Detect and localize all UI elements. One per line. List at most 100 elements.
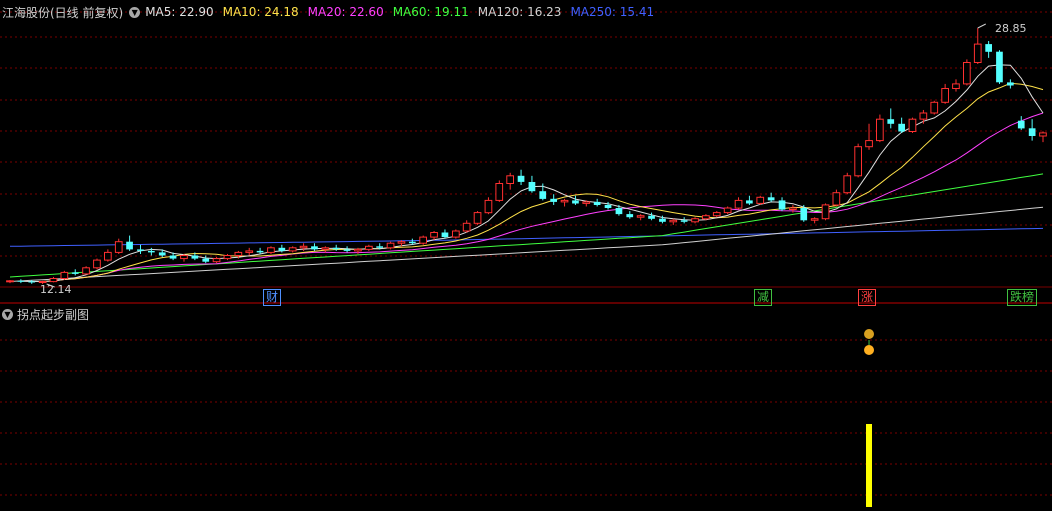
high-price-label: 28.85 [995,22,1027,35]
candle-body [800,208,808,221]
candle-body [202,258,210,262]
candle-body [572,200,579,204]
event-tag-reduce[interactable]: 减 [754,289,773,306]
candle-body [495,183,504,201]
candle-body [680,220,688,222]
candle-body [854,146,862,177]
candle-body [93,259,101,269]
candle-body [114,241,123,253]
candle-body [148,250,155,253]
candle-body [28,281,36,283]
candle-body [996,51,1003,83]
candle-body [191,255,199,259]
candle-body [60,271,69,279]
candle-body [659,218,666,222]
sub-chart-title: 拐点起步副图 [17,307,90,322]
chevron-down-icon[interactable]: ▼ [2,308,13,320]
candle-body [169,255,177,259]
candle-body [963,62,971,85]
candle-body [560,199,569,203]
candle-body [528,182,536,192]
candle-body [669,219,678,223]
candle-body [952,83,960,90]
candle-body [539,191,547,199]
candle-body [712,212,721,217]
candle-body [409,241,416,244]
candle-body [267,247,275,253]
sub-chart-header: ▼ 拐点起步副图 [2,306,89,322]
candle-body [321,247,330,250]
candle-body [1028,128,1036,136]
candle-body [484,199,493,214]
ma250-line [9,227,1044,247]
candle-body [593,201,601,205]
candle-body [734,199,743,209]
candle-body [723,207,732,214]
orange-ball-icon [864,345,875,355]
candle-body [1007,82,1014,86]
candle-body [691,218,699,223]
candle-body [223,255,232,260]
candle-body [767,197,775,201]
candle-body [376,246,383,248]
signal-bar [866,424,872,507]
candle-body [17,280,25,282]
main-chart-header: 江海股份(日线 前复权) ▼ MA5: 22.90 MA10: 24.18 MA… [2,4,663,20]
candle-body [517,175,525,182]
ma10-label: MA10: 24.18 [222,5,299,19]
candle-body [898,123,905,132]
candle-body [985,44,992,52]
high-marker-line [977,23,986,29]
low-price-label: 12.14 [40,283,72,296]
candle-body [332,247,340,250]
candle-body [973,43,982,63]
event-tag-rise[interactable]: 涨 [858,289,877,306]
candle-body [126,241,133,250]
candle-body [1039,132,1047,137]
money-bag-icon [864,329,875,339]
candle-body [821,204,830,220]
candle-body [1017,120,1025,129]
candle-body [789,207,797,210]
ma120-label: MA120: 16.23 [477,5,562,19]
candle-body [636,215,645,218]
candle-body [137,249,144,251]
event-tag-drop-list[interactable]: 跌榜 [1007,289,1038,306]
candle-body [419,236,427,244]
stock-title: 江海股份(日线 前复权) [2,5,124,20]
candle-body [550,198,557,202]
candle-body [919,112,928,120]
ma20-label: MA20: 22.60 [307,5,384,19]
candle-body [582,201,591,204]
candle-body [756,196,765,204]
candle-body [180,255,188,260]
ma250-label: MA250: 15.41 [570,5,655,19]
candle-body [746,200,753,204]
candle-body [299,245,308,249]
event-tag-finance[interactable]: 财 [263,289,282,306]
candle-body [473,212,482,224]
candle-body [49,278,58,283]
candle-body [311,246,318,250]
candle-body [615,208,623,215]
candle-body [104,251,112,261]
candle-body [441,232,449,238]
candle-body [278,247,286,251]
candle-body [256,250,264,253]
candle-body [810,218,819,221]
chevron-down-icon[interactable]: ▼ [129,6,141,18]
candle-body [6,280,14,283]
candle-body [702,215,710,220]
candle-body [506,175,514,185]
candle-body [82,267,90,275]
candle-body [365,245,373,250]
candle-body [343,249,351,251]
kline-chart-canvas[interactable] [0,0,1052,511]
candle-body [71,272,79,274]
candle-body [386,242,395,249]
candle-body [930,101,939,114]
candle-body [430,232,438,238]
candle-body [354,248,362,252]
candle-body [288,247,297,252]
candle-body [245,250,254,253]
